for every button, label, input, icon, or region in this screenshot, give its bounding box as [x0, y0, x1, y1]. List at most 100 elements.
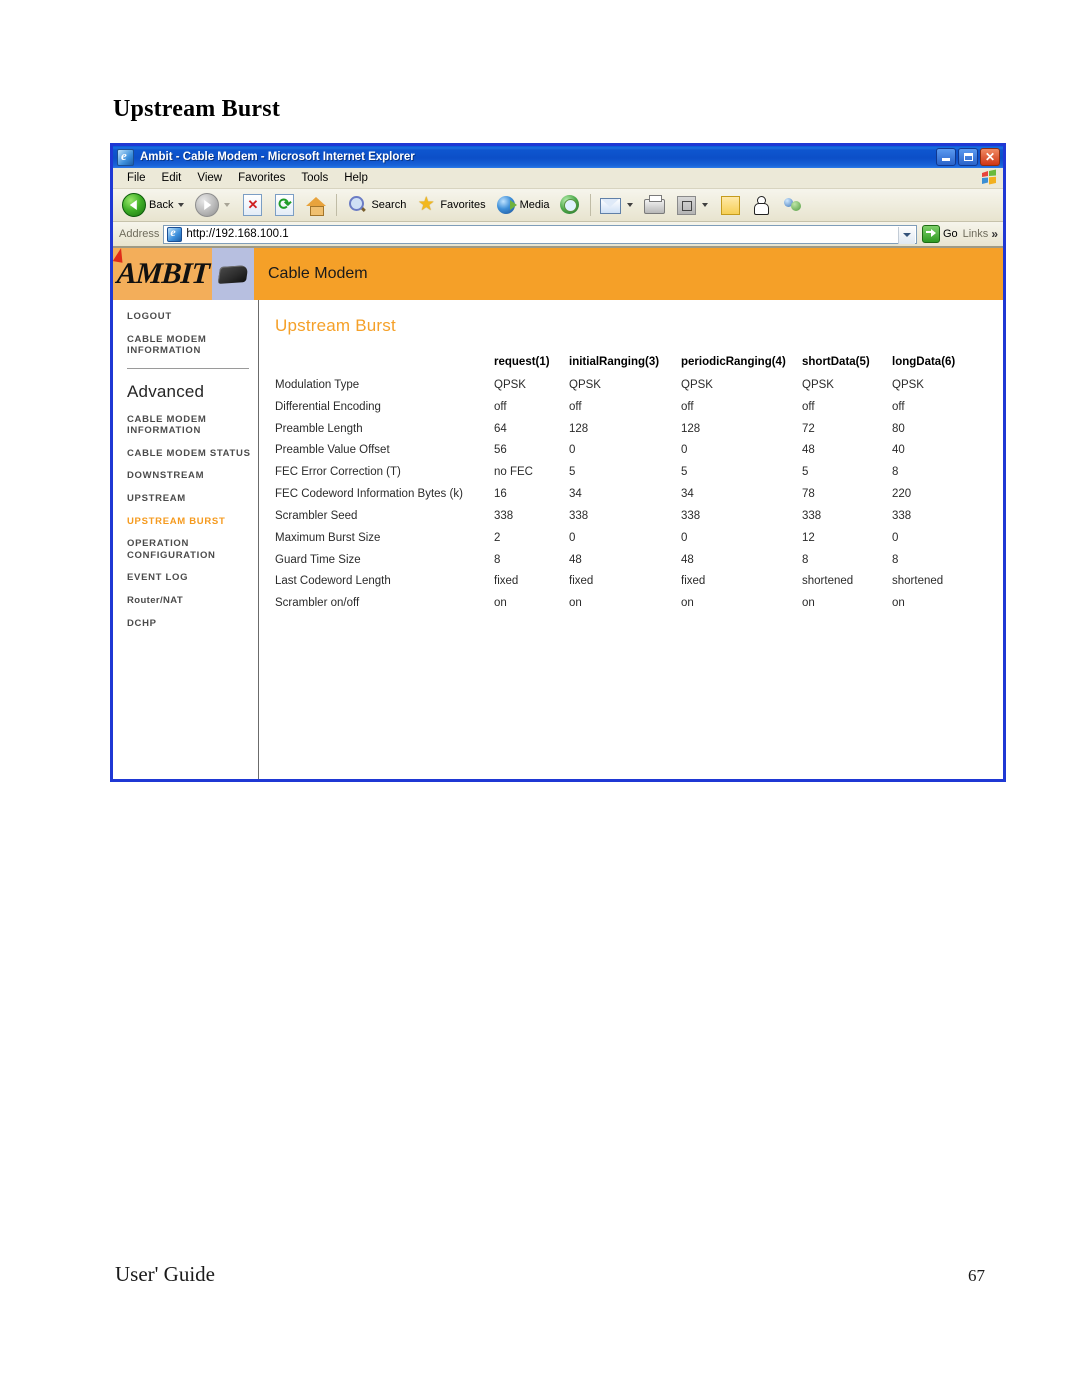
- forward-arrow-icon: [195, 193, 220, 217]
- messenger-button[interactable]: [777, 192, 807, 218]
- cell-value: 80: [892, 422, 905, 435]
- cell-value: 48: [569, 553, 582, 566]
- sidebar-item-cable-modem-information[interactable]: CABLE MODEM INFORMATION: [127, 334, 258, 357]
- media-label: Media: [519, 199, 550, 211]
- cell-value: 338: [802, 509, 822, 522]
- chevron-down-icon[interactable]: [224, 203, 231, 207]
- person-button[interactable]: [746, 192, 776, 218]
- chevron-down-icon[interactable]: [178, 203, 185, 207]
- chevron-down-icon[interactable]: [897, 226, 915, 244]
- notes-button[interactable]: [715, 192, 745, 218]
- chevron-down-icon[interactable]: [626, 203, 633, 207]
- chevron-down-icon[interactable]: [701, 203, 708, 207]
- mail-button[interactable]: [596, 192, 639, 218]
- edit-icon: [675, 194, 697, 216]
- browser-titlebar: Ambit - Cable Modem - Microsoft Internet…: [113, 146, 1003, 168]
- stop-button[interactable]: [237, 192, 268, 218]
- menu-item-file[interactable]: File: [119, 171, 154, 185]
- menu-item-view[interactable]: View: [189, 171, 230, 185]
- table-header-initial-ranging: initialRanging(3): [569, 356, 660, 368]
- refresh-button[interactable]: [269, 192, 300, 218]
- table-header-periodic-ranging: periodicRanging(4): [681, 356, 786, 368]
- media-button[interactable]: Media: [491, 192, 554, 218]
- sidebar-item-cable-modem-status[interactable]: CABLE MODEM STATUS: [127, 448, 258, 460]
- cell-value: 64: [494, 422, 507, 435]
- main-content: Upstream Burst request(1) initialRanging…: [259, 248, 1003, 779]
- history-button[interactable]: [555, 192, 585, 218]
- links-label[interactable]: Links: [963, 228, 989, 240]
- sidebar-item-cable-modem-information-advanced[interactable]: CABLE MODEM INFORMATION: [127, 414, 258, 437]
- menu-item-edit[interactable]: Edit: [154, 171, 190, 185]
- table-header-long-data: longData(6): [892, 356, 956, 368]
- table-row: Modulation Type QPSK QPSK QPSK QPSK QPSK: [275, 375, 955, 397]
- sidebar-item-logout[interactable]: LOGOUT: [127, 311, 258, 323]
- history-icon: [559, 194, 581, 216]
- cell-value: shortened: [892, 575, 944, 588]
- app-header: AMBIT Cable Modem: [113, 248, 1003, 300]
- cell-value: shortened: [802, 575, 854, 588]
- back-arrow-icon: [122, 193, 146, 217]
- print-button[interactable]: [640, 192, 670, 218]
- favorites-button[interactable]: ★ Favorites: [411, 192, 489, 218]
- cell-value: fixed: [569, 575, 594, 588]
- sidebar-item-event-log[interactable]: EVENT LOG: [127, 572, 258, 584]
- cell-value: 338: [681, 509, 701, 522]
- cell-value: 5: [569, 466, 576, 479]
- brand-logo: AMBIT: [113, 248, 212, 300]
- sidebar-item-operation-configuration[interactable]: OPERATION CONFIGURATION: [127, 538, 258, 561]
- menu-item-tools[interactable]: Tools: [293, 171, 336, 185]
- row-label: Guard Time Size: [275, 553, 361, 566]
- sidebar-item-upstream[interactable]: UPSTREAM: [127, 493, 258, 505]
- table-row: Last Codeword Length fixed fixed fixed s…: [275, 571, 955, 593]
- cell-value: 0: [681, 444, 688, 457]
- cell-value: 128: [569, 422, 589, 435]
- table-header-short-data: shortData(5): [802, 356, 870, 368]
- row-label: Modulation Type: [275, 379, 360, 391]
- sidebar-item-upstream-burst[interactable]: UPSTREAM BURST: [127, 516, 258, 528]
- sidebar-item-router-nat[interactable]: Router/NAT: [127, 595, 258, 607]
- cell-value: 78: [802, 488, 815, 501]
- search-button[interactable]: Search: [342, 192, 410, 218]
- cell-value: 34: [681, 488, 694, 501]
- ie-document-icon: [117, 148, 134, 166]
- table-row: Differential Encoding off off off off of…: [275, 397, 955, 419]
- go-button[interactable]: Go: [921, 225, 958, 243]
- cell-value: 8: [892, 466, 899, 479]
- cell-value: on: [892, 597, 905, 610]
- edit-button[interactable]: [671, 192, 714, 218]
- cell-value: QPSK: [569, 379, 601, 391]
- window-controls: ✕: [936, 148, 1000, 166]
- row-label: Last Codeword Length: [275, 575, 391, 588]
- stop-icon: [243, 194, 263, 216]
- cell-value: fixed: [494, 575, 519, 588]
- address-input[interactable]: http://192.168.100.1: [163, 224, 917, 244]
- row-label: Preamble Length: [275, 422, 363, 435]
- cell-value: off: [892, 400, 905, 413]
- maximize-button[interactable]: [958, 148, 978, 166]
- sidebar: LOGOUT CABLE MODEM INFORMATION Advanced …: [113, 248, 259, 779]
- row-label: Differential Encoding: [275, 400, 381, 413]
- chevron-right-icon[interactable]: »: [991, 227, 998, 241]
- cell-value: QPSK: [802, 379, 834, 391]
- close-button[interactable]: ✕: [980, 148, 1000, 166]
- ie-document-icon: [167, 225, 183, 242]
- minimize-button[interactable]: [936, 148, 956, 166]
- forward-button[interactable]: [191, 192, 236, 218]
- web-page: AMBIT Cable Modem LOGOUT CABLE MODEM INF…: [113, 247, 1003, 779]
- back-button[interactable]: Back: [118, 192, 190, 218]
- menu-item-help[interactable]: Help: [336, 171, 376, 185]
- menu-item-favorites[interactable]: Favorites: [230, 171, 293, 185]
- search-icon: [346, 194, 368, 216]
- cell-value: 48: [802, 444, 815, 457]
- cell-value: 8: [802, 553, 809, 566]
- cell-value: 0: [569, 444, 576, 457]
- star-icon: ★: [417, 194, 435, 215]
- cell-value: 5: [681, 466, 688, 479]
- cell-value: 16: [494, 488, 507, 501]
- table-row: Scrambler on/off on on on on on: [275, 593, 955, 615]
- table-row: FEC Codeword Information Bytes (k) 16 34…: [275, 484, 955, 506]
- cell-value: 8: [892, 553, 899, 566]
- sidebar-item-downstream[interactable]: DOWNSTREAM: [127, 470, 258, 482]
- sidebar-item-dchp[interactable]: DCHP: [127, 618, 258, 630]
- home-button[interactable]: [301, 192, 331, 218]
